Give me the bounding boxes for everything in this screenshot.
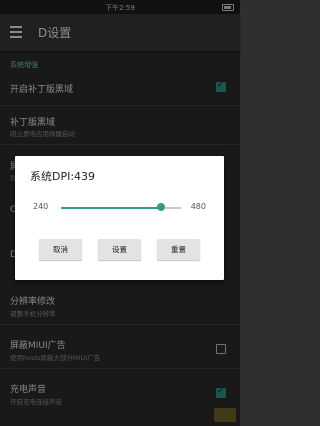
dpi-slider-thumb[interactable] [156,203,165,211]
dpi-slider-fill [61,207,161,209]
dpi-dialog: 系统DPI:439 240 480 取消 设置 重置 [15,156,224,280]
set-button[interactable]: 设置 [98,239,141,260]
reset-button[interactable]: 重置 [157,239,200,260]
slider-max-label: 480 [190,202,206,211]
dialog-title: 系统DPI:439 [30,170,96,183]
slider-min-label: 240 [33,202,49,211]
cancel-button[interactable]: 取消 [39,239,82,260]
